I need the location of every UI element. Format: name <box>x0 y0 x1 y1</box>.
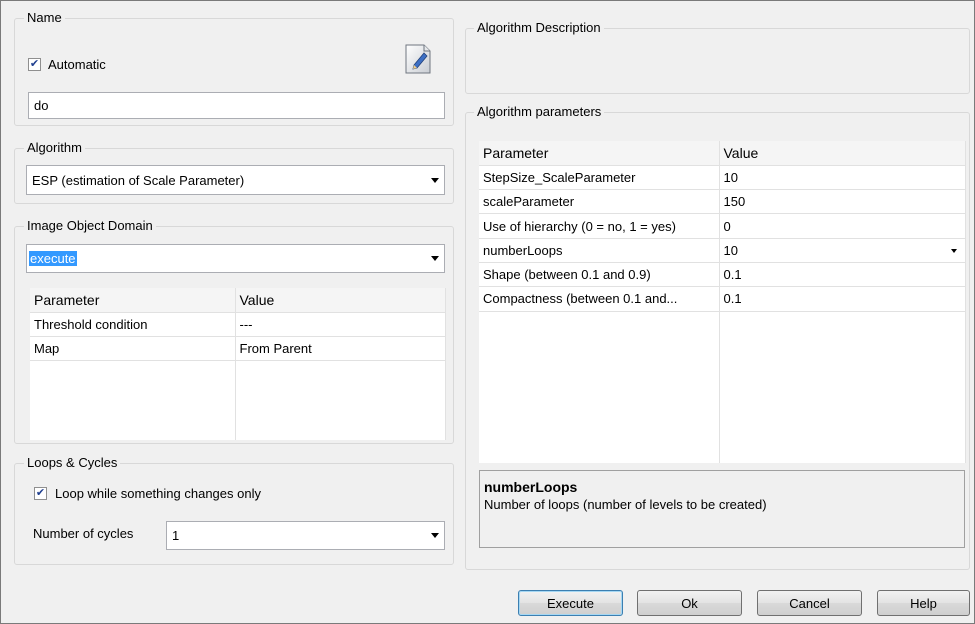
table-row[interactable]: scaleParameter 150 <box>479 189 966 215</box>
empty-row <box>479 311 966 463</box>
value-cell[interactable]: From Parent <box>235 336 446 361</box>
value-cell[interactable]: 0 <box>719 213 966 239</box>
parameter-help-title: numberLoops <box>484 479 578 495</box>
value-cell[interactable]: 150 <box>719 189 966 215</box>
value-cell[interactable]: --- <box>235 312 446 337</box>
parameter-cell: Shape (between 0.1 and 0.9) <box>479 262 720 288</box>
column-header-parameter: Parameter <box>479 141 720 166</box>
value-cell[interactable]: 0.1 <box>719 286 966 312</box>
parameter-cell: Map <box>30 336 236 361</box>
parameter-help-text: Number of loops (number of levels to be … <box>484 497 767 512</box>
column-header-parameter: Parameter <box>30 288 236 313</box>
table-row[interactable]: StepSize_ScaleParameter 10 <box>479 165 966 191</box>
table-row[interactable]: Shape (between 0.1 and 0.9) 0.1 <box>479 262 966 288</box>
algorithm-parameters-title: Algorithm parameters <box>474 104 605 119</box>
value-text: 10 <box>723 242 738 258</box>
parameter-cell: StepSize_ScaleParameter <box>479 165 720 191</box>
algorithm-select[interactable]: ESP (estimation of Scale Parameter) <box>26 165 445 195</box>
cancel-button[interactable]: Cancel <box>757 590 862 616</box>
column-header-value: Value <box>719 141 966 166</box>
chevron-down-icon <box>426 245 444 272</box>
automatic-checkbox[interactable]: ✔ <box>28 58 41 71</box>
loop-while-changes-label: Loop while something changes only <box>55 486 261 501</box>
algorithm-select-value: ESP (estimation of Scale Parameter) <box>32 172 245 188</box>
table-row[interactable]: Compactness (between 0.1 and... 0.1 <box>479 286 966 312</box>
value-cell[interactable]: 10 <box>719 165 966 191</box>
chevron-down-icon <box>426 522 444 549</box>
table-row[interactable]: Use of hierarchy (0 = no, 1 = yes) 0 <box>479 213 966 239</box>
chevron-down-icon[interactable] <box>950 248 957 253</box>
execute-button[interactable]: Execute <box>518 590 623 616</box>
domain-select-value: execute <box>29 251 77 266</box>
parameter-cell: numberLoops <box>479 238 720 263</box>
name-group-title: Name <box>24 10 65 25</box>
parameter-cell: Threshold condition <box>30 312 236 337</box>
value-cell[interactable]: 0.1 <box>719 262 966 288</box>
algorithm-description-title: Algorithm Description <box>474 20 604 35</box>
table-header-row: Parameter Value <box>479 141 966 166</box>
automatic-label: Automatic <box>48 57 106 72</box>
loop-while-changes-checkbox[interactable]: ✔ <box>34 487 47 500</box>
algorithm-parameters-table: Parameter Value StepSize_ScaleParameter … <box>479 141 966 463</box>
domain-parameters-table: Parameter Value Threshold condition --- … <box>30 288 446 440</box>
number-of-cycles-label: Number of cycles <box>33 526 134 541</box>
parameter-cell: Compactness (between 0.1 and... <box>479 286 720 312</box>
check-mark-icon: ✔ <box>35 487 46 499</box>
help-button[interactable]: Help <box>877 590 970 616</box>
loops-group-title: Loops & Cycles <box>24 455 121 470</box>
algorithm-description-group <box>465 28 970 94</box>
column-header-value: Value <box>235 288 446 313</box>
parameter-cell: scaleParameter <box>479 189 720 215</box>
value-cell-dropdown[interactable]: 10 <box>719 238 966 263</box>
table-header-row: Parameter Value <box>30 288 446 313</box>
ok-button[interactable]: Ok <box>637 590 742 616</box>
table-row[interactable]: Map From Parent <box>30 336 446 361</box>
check-mark-icon: ✔ <box>29 58 40 70</box>
table-row-selected[interactable]: numberLoops 10 <box>479 238 966 263</box>
empty-row <box>30 360 446 440</box>
parameter-cell: Use of hierarchy (0 = no, 1 = yes) <box>479 213 720 239</box>
algorithm-group-title: Algorithm <box>24 140 85 155</box>
name-input[interactable]: do <box>28 92 445 119</box>
number-of-cycles-select[interactable]: 1 <box>166 521 445 550</box>
table-row[interactable]: Threshold condition --- <box>30 312 446 337</box>
domain-group-title: Image Object Domain <box>24 218 156 233</box>
chevron-down-icon <box>426 166 444 194</box>
domain-select[interactable]: execute <box>26 244 445 273</box>
document-edit-icon[interactable] <box>403 43 433 75</box>
number-of-cycles-value: 1 <box>172 528 180 543</box>
